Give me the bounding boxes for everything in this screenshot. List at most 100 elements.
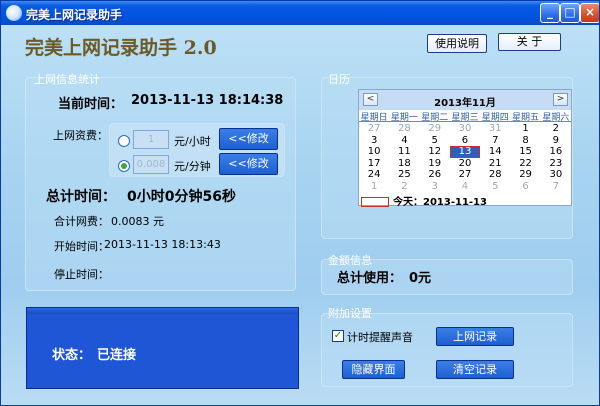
calendar-day[interactable]: 3 xyxy=(420,181,450,193)
clear-log-button[interactable]: 清空记录 xyxy=(436,360,514,379)
hourly-rate-unit: 元/小时 xyxy=(174,135,211,148)
calendar-day[interactable]: 6 xyxy=(510,181,540,193)
calendar-day[interactable]: 11 xyxy=(389,146,419,158)
calendar-day[interactable]: 18 xyxy=(389,158,419,170)
weekday-header: 星期二 xyxy=(419,110,450,122)
minute-rate-unit: 元/分钟 xyxy=(174,160,211,173)
calendar-day[interactable]: 23 xyxy=(541,158,571,170)
minute-rate-radio[interactable] xyxy=(118,160,130,172)
maximize-button[interactable]: □ xyxy=(560,3,580,23)
start-time-value: 2013-11-13 18:13:43 xyxy=(104,238,221,251)
calendar-day[interactable]: 27 xyxy=(450,169,480,181)
calendar-day[interactable]: 16 xyxy=(541,146,571,158)
total-time-label: 总计时间： xyxy=(46,189,116,205)
total-use-value: 0元 xyxy=(409,271,432,286)
calendar-day[interactable]: 17 xyxy=(359,158,389,170)
status-value: 已连接 xyxy=(97,348,137,363)
calendar-day[interactable]: 22 xyxy=(510,158,540,170)
calendar-month-title: 2013年11月 xyxy=(434,98,496,109)
calendar-days: 27 28 29 30 31 1 2 3 4 5 6 7 8 9 10 11 12 13 14 15 16 17 18 19 2… xyxy=(359,123,571,192)
calendar-day[interactable]: 29 xyxy=(510,169,540,181)
calendar-day[interactable]: 28 xyxy=(480,169,510,181)
today-date: 2013-11-13 xyxy=(423,197,487,208)
stats-group-label: 上网信息统计 xyxy=(34,73,100,86)
current-time-label: 当前时间： xyxy=(58,97,124,112)
calendar-day[interactable]: 25 xyxy=(389,169,419,181)
calendar-day[interactable]: 2 xyxy=(541,123,571,135)
modify-hourly-button[interactable]: <<修改 xyxy=(219,128,278,150)
calendar-day[interactable]: 28 xyxy=(389,123,419,135)
total-fee-label: 合计网费： xyxy=(54,215,109,228)
calendar-day[interactable]: 3 xyxy=(359,135,389,147)
extras-group-label: 附加设置 xyxy=(328,307,372,320)
calendar-day[interactable]: 1 xyxy=(510,123,540,135)
calendar-today[interactable]: 今天：2013-11-13 xyxy=(361,193,487,208)
total-time-value: 0小时0分钟56秒 xyxy=(127,189,236,205)
modify-minute-button[interactable]: <<修改 xyxy=(219,153,278,175)
calendar[interactable]: 2013年11月 < > 星期日 星期一 星期二 星期三 星期四 星期五 星期六 27 28 2… xyxy=(358,89,572,208)
calendar-day[interactable]: 12 xyxy=(420,146,450,158)
calendar-day[interactable]: 20 xyxy=(450,158,480,170)
app-logo-icon xyxy=(6,5,22,21)
calendar-weekdays: 星期日 星期一 星期二 星期三 星期四 星期五 星期六 xyxy=(359,110,571,122)
calendar-day[interactable]: 15 xyxy=(510,146,540,158)
calendar-group-label: 日历 xyxy=(328,73,350,86)
calendar-day[interactable]: 31 xyxy=(480,123,510,135)
status-panel: 状态： 已连接 xyxy=(26,307,299,389)
calendar-day[interactable]: 26 xyxy=(420,169,450,181)
title-bar[interactable]: 完美上网记录助手 _ □ × xyxy=(1,1,599,25)
calendar-day[interactable]: 5 xyxy=(480,181,510,193)
total-use-label: 总计使用： xyxy=(337,271,403,286)
help-button[interactable]: 使用说明 xyxy=(427,34,487,53)
calendar-day[interactable]: 9 xyxy=(541,135,571,147)
status-label: 状态： xyxy=(52,348,92,363)
calendar-day[interactable]: 7 xyxy=(480,135,510,147)
calendar-day[interactable]: 7 xyxy=(541,181,571,193)
calendar-day[interactable]: 2 xyxy=(389,181,419,193)
start-time-label: 开始时间： xyxy=(54,240,109,253)
total-fee-value: 0.0083 元 xyxy=(111,215,164,228)
log-button[interactable]: 上网记录 xyxy=(436,327,514,346)
current-time-value: 2013-11-13 18:14:38 xyxy=(131,93,284,108)
weekday-header: 星期六 xyxy=(540,110,571,122)
calendar-day[interactable]: 5 xyxy=(420,135,450,147)
fee-label: 上网资费： xyxy=(53,129,108,142)
calendar-day[interactable]: 27 xyxy=(359,123,389,135)
calendar-header: 2013年11月 < > xyxy=(359,90,571,110)
next-month-button[interactable]: > xyxy=(553,93,568,106)
minute-rate-input[interactable]: 0.008 xyxy=(133,155,169,174)
close-button[interactable]: × xyxy=(580,3,599,23)
calendar-day[interactable]: 24 xyxy=(359,169,389,181)
weekday-header: 星期四 xyxy=(480,110,511,122)
calendar-day[interactable]: 8 xyxy=(510,135,540,147)
calendar-day[interactable]: 4 xyxy=(389,135,419,147)
hide-ui-button[interactable]: 隐藏界面 xyxy=(342,360,405,379)
app-heading: 完美上网记录助手 2.0 xyxy=(25,37,217,59)
calendar-day[interactable]: 21 xyxy=(480,158,510,170)
calendar-day[interactable]: 1 xyxy=(359,181,389,193)
window-title: 完美上网记录助手 xyxy=(26,8,123,22)
calendar-day[interactable]: 13 xyxy=(449,146,481,158)
calendar-day[interactable]: 4 xyxy=(450,181,480,193)
calendar-day[interactable]: 14 xyxy=(480,146,510,158)
calendar-day[interactable]: 6 xyxy=(450,135,480,147)
calendar-day[interactable]: 19 xyxy=(420,158,450,170)
hourly-rate-input[interactable]: 1 xyxy=(133,130,169,149)
amount-group-label: 金额信息 xyxy=(328,254,372,267)
hourly-rate-radio[interactable] xyxy=(118,135,130,147)
calendar-day[interactable]: 29 xyxy=(420,123,450,135)
weekday-header: 星期五 xyxy=(510,110,541,122)
weekday-header: 星期三 xyxy=(449,110,481,122)
sound-checkbox[interactable]: ✓ xyxy=(332,330,344,342)
sound-checkbox-label: 计时提醒声音 xyxy=(347,331,413,344)
about-button[interactable]: 关 于 xyxy=(498,33,561,51)
today-marker xyxy=(361,197,389,207)
calendar-day[interactable]: 30 xyxy=(450,123,480,135)
today-label: 今天： xyxy=(393,197,423,208)
weekday-header: 星期日 xyxy=(359,110,390,122)
prev-month-button[interactable]: < xyxy=(363,93,378,106)
app-window: 完美上网记录助手 _ □ × 完美上网记录助手 2.0 使用说明 关 于 上网信… xyxy=(0,0,600,406)
minimize-button[interactable]: _ xyxy=(540,3,560,23)
calendar-day[interactable]: 30 xyxy=(541,169,571,181)
calendar-day[interactable]: 10 xyxy=(359,146,389,158)
